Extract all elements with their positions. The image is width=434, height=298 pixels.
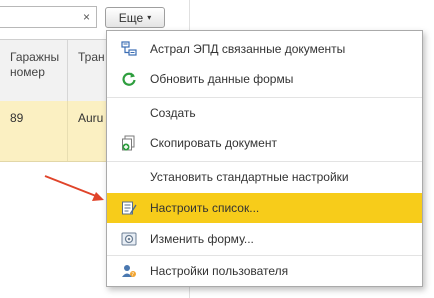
menu-item-edit-form[interactable]: Изменить форму... <box>107 224 422 254</box>
more-actions-button[interactable]: Еще ▾ <box>105 7 165 28</box>
refresh-icon <box>121 71 137 87</box>
menu-item-configure-list[interactable]: Настроить список... <box>107 193 422 223</box>
more-button-label: Еще <box>118 10 144 25</box>
menu-item-astral-linked-docs[interactable]: Астрал ЭПД связанные документы <box>107 34 422 64</box>
clear-search-icon[interactable]: × <box>83 10 90 24</box>
menu-item-label: Настроить список... <box>150 201 260 215</box>
linked-documents-icon <box>121 41 137 57</box>
menu-item-label: Изменить форму... <box>150 232 254 246</box>
svg-text:?: ? <box>131 272 134 278</box>
menu-item-copy-document[interactable]: Скопировать документ <box>107 128 422 158</box>
search-input[interactable]: × <box>0 6 97 28</box>
menu-item-label: Создать <box>150 106 196 120</box>
cell-garage-number: 89 <box>0 101 68 161</box>
menu-item-label: Установить стандартные настройки <box>150 170 349 184</box>
chevron-down-icon: ▾ <box>147 13 152 22</box>
menu-item-label: Настройки пользователя <box>150 264 289 278</box>
menu-item-set-default-settings[interactable]: Установить стандартные настройки <box>107 162 422 192</box>
user-settings-icon: ? <box>121 263 137 279</box>
menu-item-create[interactable]: Создать <box>107 98 422 128</box>
copy-document-icon <box>121 135 137 151</box>
more-actions-menu: Астрал ЭПД связанные документы Обновить … <box>106 30 423 287</box>
menu-item-label: Обновить данные формы <box>150 72 294 86</box>
menu-item-refresh-form[interactable]: Обновить данные формы <box>107 64 422 94</box>
menu-item-label: Астрал ЭПД связанные документы <box>150 42 346 56</box>
form-edit-icon <box>121 231 137 247</box>
menu-item-user-settings[interactable]: ? Настройки пользователя <box>107 256 422 286</box>
column-header-garage-number[interactable]: Гаражны номер <box>0 40 68 101</box>
menu-item-label: Скопировать документ <box>150 136 277 150</box>
list-settings-icon <box>121 200 137 216</box>
